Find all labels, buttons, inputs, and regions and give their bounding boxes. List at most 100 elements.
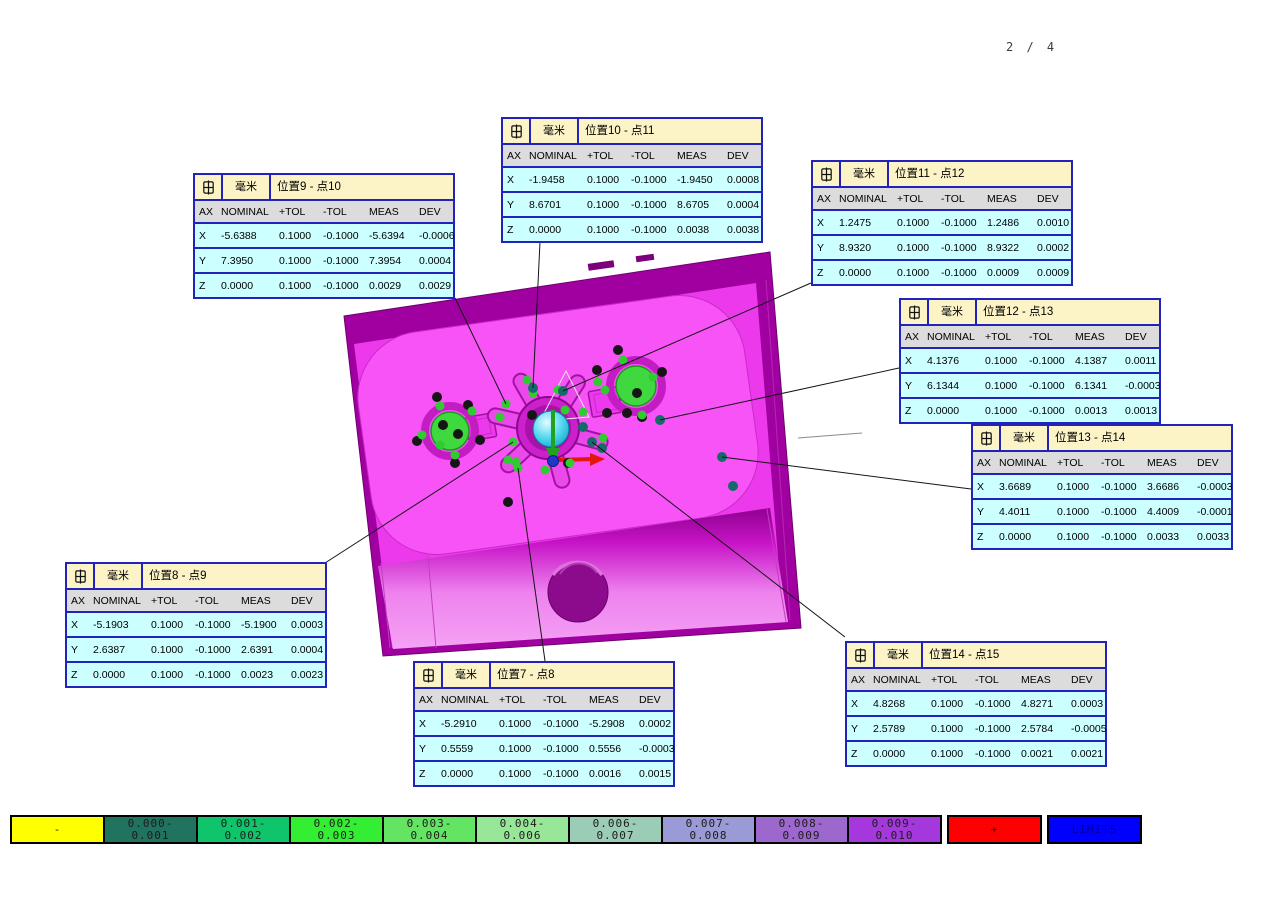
value-cell: 0.1000 [1053, 506, 1097, 518]
color-scale-cell: 0.004- 0.006 [475, 815, 570, 844]
measurement-table: 毫米 位置13 - 点14 AXNOMINAL+TOL-TOLMEASDEV X… [971, 424, 1233, 550]
column-header: MEAS [585, 694, 635, 706]
value-cell: 0.0021 [1017, 748, 1067, 760]
column-header: -TOL [1025, 331, 1071, 343]
table-row: X-5.29100.1000-0.1000-5.29080.0002 [415, 712, 673, 735]
deviation-color-scale: -0.000- 0.0010.001- 0.0020.002- 0.0030.0… [10, 815, 1142, 844]
axis-label: Z [813, 267, 835, 279]
column-header: AX [813, 193, 835, 205]
value-cell: 0.1000 [495, 718, 539, 730]
value-cell: 2.6391 [237, 644, 287, 656]
measurement-table: 毫米 位置14 - 点15 AXNOMINAL+TOL-TOLMEASDEV X… [845, 641, 1107, 767]
column-headers: AXNOMINAL+TOL-TOLMEASDEV [195, 201, 453, 224]
table-row: Z0.00000.1000-0.10000.00330.0033 [973, 523, 1231, 548]
table-row: Z0.00000.1000-0.10000.00160.0015 [415, 760, 673, 785]
value-cell: 0.0000 [525, 224, 583, 236]
probe-point-green [523, 376, 532, 385]
probe-point-green [451, 451, 460, 460]
value-cell: -0.1000 [937, 217, 983, 229]
table-title: 位置7 - 点8 [491, 663, 673, 687]
value-cell: -5.2908 [585, 718, 635, 730]
table-row: X4.13760.1000-0.10004.13870.0011 [901, 349, 1159, 372]
axis-label: Z [503, 224, 525, 236]
value-cell: 0.1000 [893, 267, 937, 279]
probe-point-green [436, 441, 445, 450]
value-cell: 0.0000 [217, 280, 275, 292]
unit-label: 毫米 [929, 300, 977, 324]
position-crosshair-icon [503, 119, 531, 143]
value-cell: -0.1000 [971, 698, 1017, 710]
axis-label: X [847, 698, 869, 710]
axis-label: X [195, 230, 217, 242]
value-cell: 0.0000 [923, 405, 981, 417]
value-cell: 8.9322 [983, 242, 1033, 254]
value-cell: 0.1000 [275, 280, 319, 292]
value-cell: 8.6705 [673, 199, 723, 211]
table-row: Z0.00000.1000-0.10000.00130.0013 [901, 397, 1159, 422]
value-cell: -0.1000 [1097, 531, 1143, 543]
probe-point-black [527, 410, 537, 420]
value-cell: 0.0013 [1121, 405, 1159, 417]
value-cell: 0.0009 [1033, 267, 1071, 279]
value-cell: 3.6689 [995, 481, 1053, 493]
axis-label: Y [813, 242, 835, 254]
value-cell: -0.1000 [1097, 506, 1143, 518]
column-headers: AXNOMINAL+TOL-TOLMEASDEV [67, 590, 325, 613]
table-row: Y0.55590.1000-0.10000.5556-0.0003 [415, 735, 673, 760]
probe-point-green [566, 459, 575, 468]
table-row: Y7.39500.1000-0.10007.39540.0004 [195, 247, 453, 272]
table-header: 毫米 位置8 - 点9 [67, 564, 325, 590]
axis-label: X [901, 355, 923, 367]
column-header: +TOL [1053, 457, 1097, 469]
table-row: Y2.63870.1000-0.10002.63910.0004 [67, 636, 325, 661]
boss-circle [616, 366, 656, 406]
value-cell: 0.1000 [893, 242, 937, 254]
column-header: -TOL [937, 193, 983, 205]
value-cell: 0.5559 [437, 743, 495, 755]
column-header: DEV [723, 150, 761, 162]
value-cell: 0.1000 [147, 669, 191, 681]
value-cell: 0.5556 [585, 743, 635, 755]
column-header: DEV [1033, 193, 1071, 205]
table-row: X-5.63880.1000-0.1000-5.6394-0.0006 [195, 224, 453, 247]
measured-point-dot [578, 422, 588, 432]
table-title: 位置14 - 点15 [923, 643, 1105, 667]
value-cell: 1.2486 [983, 217, 1033, 229]
unit-label: 毫米 [223, 175, 271, 199]
column-header: +TOL [583, 150, 627, 162]
value-cell: 0.0000 [437, 768, 495, 780]
column-header: NOMINAL [923, 331, 981, 343]
value-cell: 0.0015 [635, 768, 673, 780]
probe-point-black [602, 408, 612, 418]
column-header: DEV [1193, 457, 1231, 469]
value-cell: -0.0003 [1193, 481, 1231, 493]
unit-label: 毫米 [95, 564, 143, 588]
value-cell: 0.1000 [583, 199, 627, 211]
position-crosshair-icon [847, 643, 875, 667]
value-cell: 0.0029 [415, 280, 453, 292]
part-hole [548, 562, 608, 622]
value-cell: -0.1000 [937, 242, 983, 254]
color-scale-cell: + [947, 815, 1042, 844]
probe-point-black [592, 365, 602, 375]
column-header: MEAS [983, 193, 1033, 205]
value-cell: 0.1000 [583, 174, 627, 186]
probe-point-green [512, 458, 521, 467]
value-cell: -0.1000 [319, 280, 365, 292]
measurement-table: 毫米 位置9 - 点10 AXNOMINAL+TOL-TOLMEASDEV X-… [193, 173, 455, 299]
value-cell: 0.1000 [495, 768, 539, 780]
color-scale-cell: 0.008- 0.009 [754, 815, 849, 844]
table-header: 毫米 位置9 - 点10 [195, 175, 453, 201]
column-header: DEV [1121, 331, 1159, 343]
value-cell: 0.0002 [1033, 242, 1071, 254]
value-cell: 4.4011 [995, 506, 1053, 518]
column-header: AX [901, 331, 923, 343]
value-cell: -5.2910 [437, 718, 495, 730]
column-header: MEAS [673, 150, 723, 162]
column-header: -TOL [191, 595, 237, 607]
value-cell: -0.1000 [539, 768, 585, 780]
probe-point-green [601, 386, 610, 395]
column-header: AX [973, 457, 995, 469]
value-cell: 4.8268 [869, 698, 927, 710]
table-row: X1.24750.1000-0.10001.24860.0010 [813, 211, 1071, 234]
